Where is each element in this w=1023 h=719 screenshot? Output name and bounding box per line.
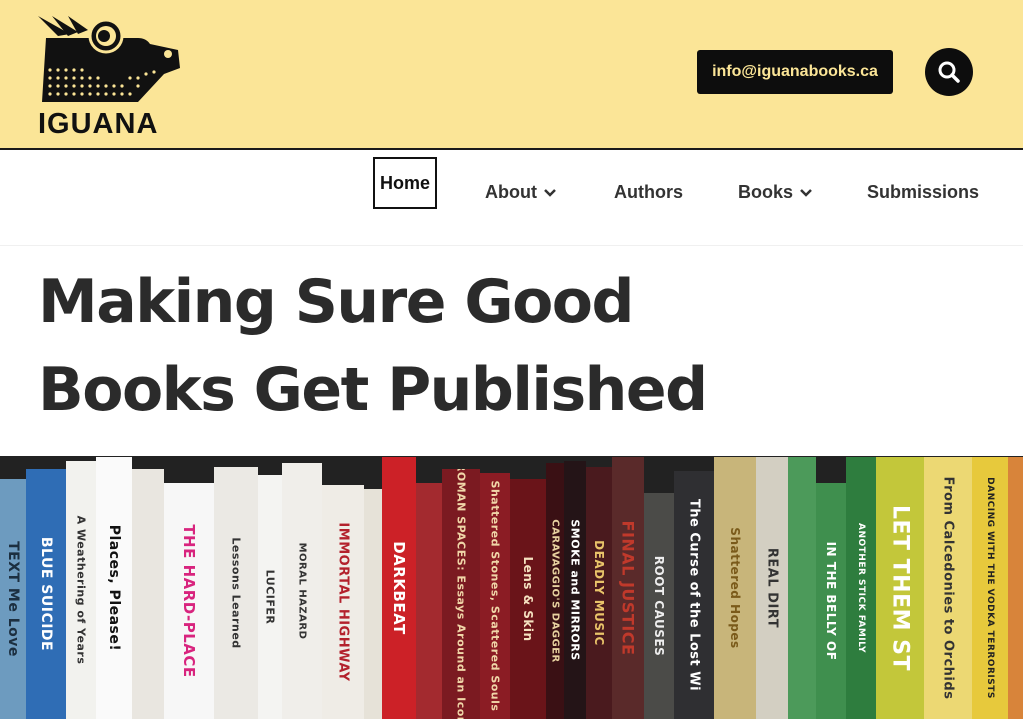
book-spine: The Curse of the Lost Wi [674,471,714,719]
book-spine-title: CARAVAGGIO'S DAGGER [549,519,561,663]
book-spine: FINAL JUSTICE [612,457,644,719]
iguana-logo[interactable]: IGUANA [38,16,180,140]
book-spine: IMMORTAL HIGHWAY [322,485,364,719]
book-spine-title: LET THEM ST [887,504,913,672]
nav-item-about[interactable]: About [485,182,557,203]
book-spine: Shattered Stones, Scattered Souls [480,473,510,719]
book-spine: DANCING WITH THE VODKA TERRORISTS [972,457,1008,719]
book-spine: ROMAN SPACES: Essays Around an Icon [442,469,480,719]
book-spine-title: MORAL HAZARD [296,542,308,640]
book-spine-title: FINAL JUSTICE [618,520,638,656]
book-spine: Lens & Skin [510,479,546,719]
page-title: Making Sure Good Books Get Published [38,258,798,434]
chevron-down-icon [544,189,556,198]
book-spine [364,489,382,719]
book-spine-title: THE HARD-PLACE [180,524,198,678]
logo-text: IGUANA [38,108,159,140]
book-spine-title: From Calcedonies to Orchids [940,476,956,700]
book-spine-title: DEADLY MUSIC [592,540,606,646]
bookshelf-banner-image: TEXT Me Love BLUE SUICIDE A Weathering o… [0,456,1023,719]
book-spine: REAL DIRT [756,457,788,719]
book-spine: IN THE BELLY OF [816,483,846,719]
book-spine: Places, Please! [96,457,132,719]
book-spine [132,469,164,719]
book-spine-title: DARKBEAT [390,541,408,635]
book-spine-title: REAL DIRT [764,547,780,629]
main-nav: Home About Authors Books Submissions [0,152,1023,246]
email-button[interactable]: info@iguanabooks.ca [697,50,893,94]
nav-item-books-label: Books [738,182,794,202]
book-spine-title: Places, Please! [106,524,122,652]
book-spine: DARKBEAT [382,457,416,719]
book-spine: THE HARD-PLACE [164,483,214,719]
book-spine: SMOKE and MIRRORS [564,461,586,719]
book-spine: LUCIFER [258,475,282,719]
book-spine: A Weathering of Years [66,461,96,719]
book-spine-title: ROMAN SPACES: Essays Around an Icon [454,469,468,719]
book-spine: Shattered Hopes [714,457,756,719]
book-spine: DEADLY MUSIC [586,467,612,719]
book-spine: From Calcedonies to Orchids [924,457,972,719]
search-button[interactable] [925,48,973,96]
nav-item-authors[interactable]: Authors [614,182,683,203]
book-spine-title: LUCIFER [263,569,277,625]
book-spine-title: The Curse of the Lost Wi [686,498,702,692]
nav-item-about-label: About [485,182,537,202]
book-spine: CARAVAGGIO'S DAGGER [546,463,564,719]
book-spine: ROOT CAUSES [644,493,674,719]
book-spine-title: SMOKE and MIRRORS [568,519,582,661]
book-spine-title: Lessons Learned [229,537,243,649]
search-icon [938,61,960,83]
book-spine: MORAL HAZARD [282,463,322,719]
site-header: IGUANA info@iguanabooks.ca [0,0,1023,150]
book-spine: Lessons Learned [214,467,258,719]
chevron-down-icon [800,189,812,198]
book-spine: TEXT Me Love [0,479,26,719]
book-spine-title: TEXT Me Love [5,541,21,657]
iguana-logo-icon [38,16,180,102]
book-spine [416,483,442,719]
nav-item-books[interactable]: Books [738,182,813,203]
book-spine-title: BLUE SUICIDE [38,536,54,652]
book-spine: ANOTHER STICK FAMILY [846,457,876,719]
book-spine [788,457,816,719]
book-spine: LET THEM ST [876,457,924,719]
book-spine-title: ANOTHER STICK FAMILY [856,523,866,653]
book-spine-title: ROOT CAUSES [652,555,666,657]
book-spine-title: IN THE BELLY OF [824,541,838,661]
book-spine [1008,457,1023,719]
book-spine-title: DANCING WITH THE VODKA TERRORISTS [985,477,995,699]
nav-item-home[interactable]: Home [373,157,437,209]
book-spine-title: Shattered Hopes [728,527,742,649]
book-spine-title: Shattered Stones, Scattered Souls [488,480,502,712]
book-spine-title: Lens & Skin [521,556,535,642]
book-spine-title: A Weathering of Years [74,515,88,665]
page-title-line-2: Books Get Published [38,355,708,425]
page-title-line-1: Making Sure Good [38,267,634,337]
book-spine-title: IMMORTAL HIGHWAY [335,522,351,682]
book-spine: BLUE SUICIDE [26,469,66,719]
nav-item-submissions[interactable]: Submissions [867,182,979,203]
